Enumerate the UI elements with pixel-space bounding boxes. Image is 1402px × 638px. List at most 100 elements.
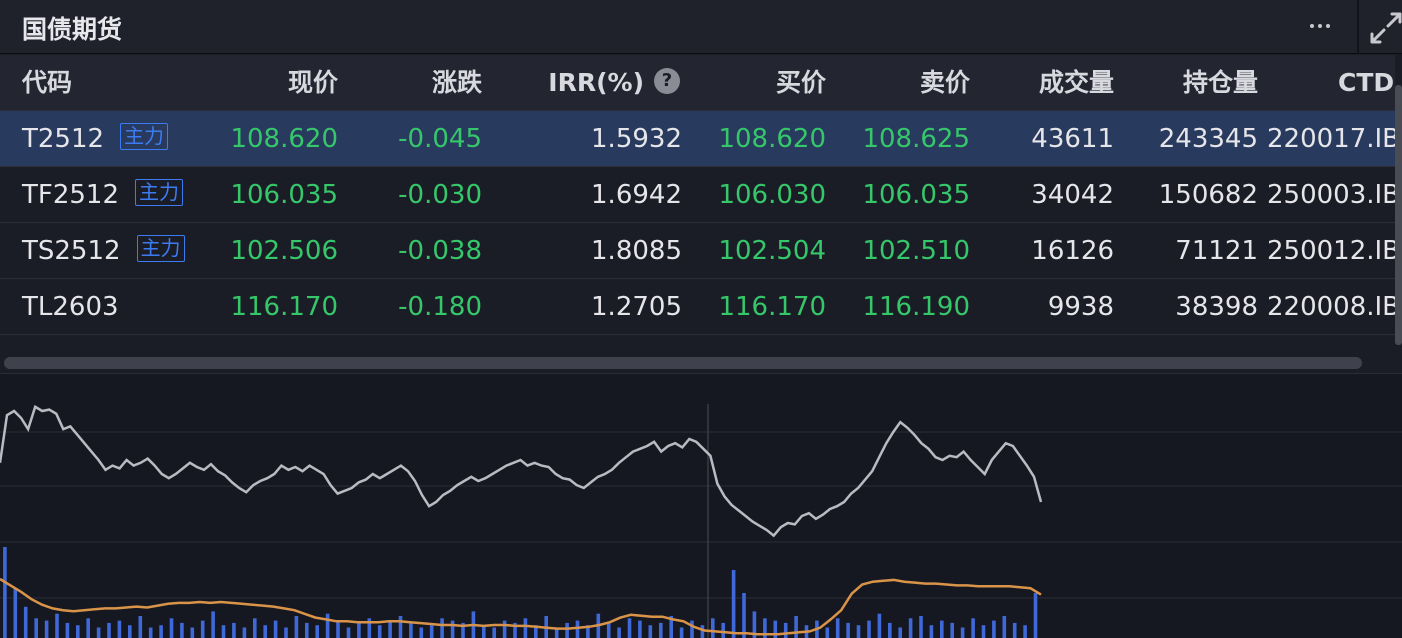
volume-bar bbox=[700, 625, 705, 638]
volume-bar bbox=[107, 622, 111, 638]
header-volume[interactable]: 成交量 bbox=[975, 55, 1114, 111]
row-price: 102.506 bbox=[230, 236, 338, 266]
volume-bar bbox=[731, 570, 736, 638]
volume-bar bbox=[263, 625, 267, 638]
volume-bar bbox=[929, 625, 934, 638]
volume-bar bbox=[377, 625, 382, 638]
volume-bar bbox=[138, 616, 143, 638]
volume-bar bbox=[856, 625, 861, 638]
row-irr: 1.2705 bbox=[591, 292, 682, 322]
row-change: -0.180 bbox=[398, 292, 482, 322]
volume-bar bbox=[305, 622, 309, 638]
volume-bar bbox=[148, 627, 153, 638]
intraday-chart[interactable] bbox=[0, 373, 1402, 638]
table-row[interactable]: TS2512 主力 102.506 -0.038 1.8085 102.504 1… bbox=[0, 223, 1395, 279]
contract-code: TL2603 bbox=[22, 292, 119, 322]
volume-bar bbox=[96, 627, 101, 638]
row-volume: 16126 bbox=[1031, 236, 1114, 266]
volume-bar bbox=[200, 620, 205, 638]
vertical-scrollbar[interactable] bbox=[1395, 55, 1402, 353]
volume-bar bbox=[253, 618, 257, 638]
volume-bar bbox=[960, 627, 965, 638]
row-price: 116.170 bbox=[230, 292, 338, 322]
volume-bar bbox=[169, 618, 174, 638]
intraday-chart-svg bbox=[0, 404, 1402, 638]
row-ctd: 220008.IB bbox=[1267, 292, 1395, 322]
help-icon[interactable]: ? bbox=[654, 68, 680, 94]
header-irr[interactable]: IRR(%)? bbox=[500, 55, 680, 111]
row-code: TL2603 bbox=[22, 279, 119, 335]
volume-bar bbox=[440, 618, 444, 638]
volume-bar bbox=[638, 620, 642, 638]
header-code[interactable]: 代码 bbox=[22, 55, 72, 111]
volume-bar bbox=[450, 620, 455, 638]
row-irr: 1.8085 bbox=[591, 236, 682, 266]
volume-bar bbox=[13, 588, 18, 638]
volume-bar bbox=[221, 625, 226, 638]
volume-bar bbox=[867, 620, 871, 638]
row-price: 108.620 bbox=[230, 124, 338, 154]
horizontal-scrollbar-thumb[interactable] bbox=[4, 357, 1362, 369]
header-divider bbox=[1357, 0, 1359, 54]
volume-bar bbox=[242, 627, 247, 638]
volume-bar bbox=[190, 627, 195, 638]
row-ask: 116.190 bbox=[862, 292, 970, 322]
volume-bar bbox=[1023, 625, 1027, 638]
row-open-interest: 150682 bbox=[1158, 180, 1258, 210]
contract-code: TF2512 bbox=[22, 180, 120, 210]
main-contract-badge: 主力 bbox=[120, 123, 169, 150]
row-code: TS2512 主力 bbox=[22, 223, 185, 279]
volume-bar bbox=[76, 625, 80, 638]
expand-icon[interactable] bbox=[1368, 8, 1402, 48]
header-price[interactable]: 现价 bbox=[190, 55, 338, 111]
more-horizontal-icon[interactable] bbox=[1298, 8, 1342, 44]
row-irr: 1.6942 bbox=[591, 180, 682, 210]
volume-bar bbox=[65, 622, 70, 638]
average-price-line bbox=[0, 577, 1042, 636]
volume-bar bbox=[55, 613, 59, 638]
volume-bar bbox=[606, 622, 611, 638]
row-change: -0.030 bbox=[398, 180, 482, 210]
volume-bar bbox=[429, 625, 434, 638]
header-bid[interactable]: 买价 bbox=[690, 55, 826, 111]
horizontal-scrollbar[interactable] bbox=[0, 353, 1402, 373]
row-bid: 108.620 bbox=[718, 124, 826, 154]
volume-bar bbox=[398, 616, 403, 638]
row-bid: 102.504 bbox=[718, 236, 826, 266]
row-ask: 102.510 bbox=[862, 236, 970, 266]
price-line bbox=[0, 404, 1043, 538]
volume-bar bbox=[294, 616, 299, 638]
volume-bar bbox=[325, 613, 330, 638]
volume-bar bbox=[940, 620, 944, 638]
volume-bar bbox=[908, 618, 913, 638]
volume-bar bbox=[888, 622, 892, 638]
futures-table: 代码 现价 涨跌 IRR(%)? 买价 卖价 成交量 持仓量 CTD T2512… bbox=[0, 55, 1395, 353]
row-irr: 1.5932 bbox=[591, 124, 682, 154]
row-open-interest: 38398 bbox=[1175, 292, 1258, 322]
table-row[interactable]: TF2512 主力 106.035 -0.030 1.6942 106.030 1… bbox=[0, 167, 1395, 223]
volume-bar bbox=[825, 627, 830, 638]
table-row[interactable]: T2512 主力 108.620 -0.045 1.5932 108.620 10… bbox=[0, 111, 1395, 167]
vertical-scrollbar-thumb[interactable] bbox=[1395, 85, 1402, 345]
header-ask[interactable]: 卖价 bbox=[830, 55, 970, 111]
header-open-interest[interactable]: 持仓量 bbox=[1120, 55, 1258, 111]
volume-bar bbox=[627, 618, 632, 638]
table-row[interactable]: TL2603 116.170 -0.180 1.2705 116.170 116… bbox=[0, 279, 1395, 335]
volume-bar bbox=[128, 625, 132, 638]
row-price: 106.035 bbox=[230, 180, 338, 210]
volume-bar bbox=[1002, 616, 1007, 638]
volume-bar bbox=[232, 622, 236, 638]
volume-bar bbox=[388, 620, 392, 638]
volume-bar bbox=[211, 611, 215, 638]
volume-bar bbox=[1033, 593, 1038, 638]
header-ctd[interactable]: CTD bbox=[1338, 55, 1394, 111]
header-change[interactable]: 涨跌 bbox=[340, 55, 482, 111]
row-ctd: 220017.IB bbox=[1267, 124, 1395, 154]
row-ctd: 250012.IB bbox=[1267, 236, 1395, 266]
table-header-row: 代码 现价 涨跌 IRR(%)? 买价 卖价 成交量 持仓量 CTD bbox=[0, 55, 1395, 111]
volume-bar bbox=[419, 627, 424, 638]
volume-bar bbox=[981, 625, 986, 638]
volume-bar bbox=[711, 618, 715, 638]
row-ctd: 250003.IB bbox=[1267, 180, 1395, 210]
volume-bar bbox=[575, 620, 580, 638]
